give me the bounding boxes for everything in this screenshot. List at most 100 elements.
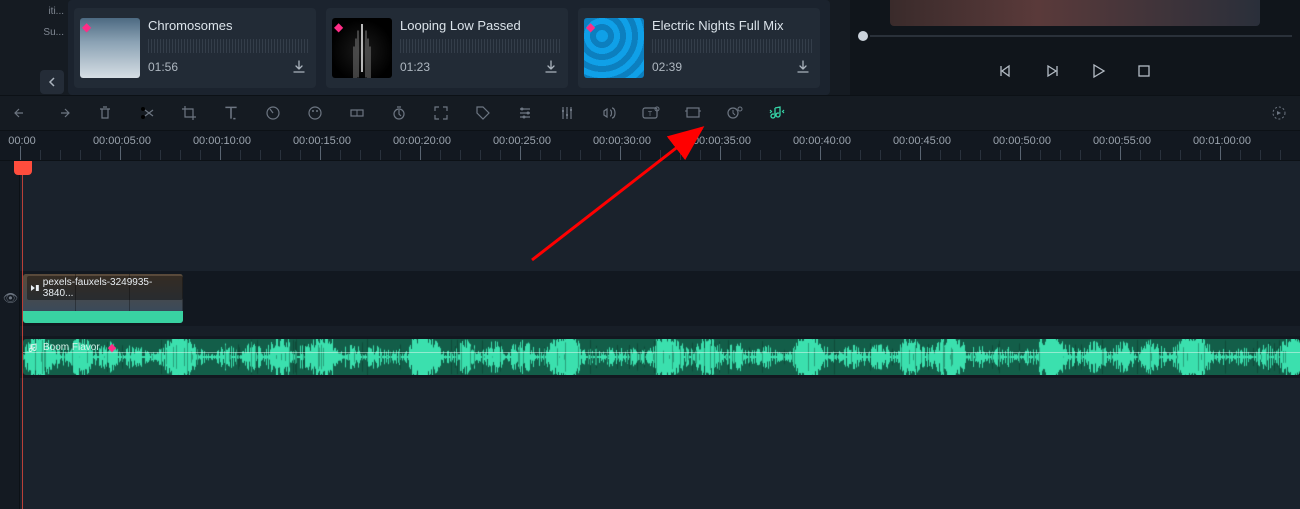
adjust-button[interactable] <box>514 102 536 124</box>
media-title: Looping Low Passed <box>400 18 562 33</box>
media-card[interactable]: ◆ Looping Low Passed 01:23 <box>326 8 568 88</box>
waveform-preview <box>148 39 310 53</box>
redo-button[interactable] <box>52 102 74 124</box>
preview-panel <box>850 0 1300 95</box>
playhead-handle[interactable] <box>14 161 32 175</box>
palette-icon <box>307 105 323 121</box>
download-icon <box>543 59 559 75</box>
subtitle-icon: T <box>642 105 660 121</box>
ruler-label: 00:00:30:00 <box>593 135 651 147</box>
render-preview-button[interactable] <box>682 102 704 124</box>
duration-button[interactable] <box>388 102 410 124</box>
ruler-label: 00:00:45:00 <box>893 135 951 147</box>
media-card[interactable]: ◆ Electric Nights Full Mix 02:39 <box>578 8 820 88</box>
waveform-preview <box>652 39 814 53</box>
audio-track[interactable]: Boom Flavor ◆ <box>20 336 1300 378</box>
fit-button[interactable] <box>430 102 452 124</box>
text-icon <box>222 104 240 122</box>
media-title: Chromosomes <box>148 18 310 33</box>
undo-button[interactable] <box>10 102 32 124</box>
media-panel: ◆ Chromosomes 01:56 ◆ Looping Low Passed… <box>68 0 830 95</box>
download-icon <box>795 59 811 75</box>
ai-icon <box>726 105 744 121</box>
gem-icon: ◆ <box>82 20 91 34</box>
prev-frame-button[interactable] <box>995 60 1017 82</box>
download-button[interactable] <box>540 56 562 78</box>
gem-icon: ◆ <box>586 20 595 34</box>
speed-button[interactable] <box>262 102 284 124</box>
redo-icon <box>55 105 71 121</box>
video-clip-name: pexels-fauxels-3249935-3840... <box>43 277 180 299</box>
keyframe-button[interactable] <box>346 102 368 124</box>
media-thumb: ◆ <box>332 18 392 78</box>
mixer-button[interactable] <box>556 102 578 124</box>
media-thumb: ◆ <box>584 18 644 78</box>
audio-waveform <box>23 339 1300 375</box>
ruler-label: 00:00 <box>8 135 36 147</box>
media-thumb: ◆ <box>80 18 140 78</box>
stop-icon <box>1136 63 1152 79</box>
marker-button[interactable] <box>472 102 494 124</box>
empty-track[interactable] <box>20 378 1300 509</box>
subtitle-button[interactable]: T <box>640 102 662 124</box>
video-clip[interactable]: pexels-fauxels-3249935-3840... <box>23 274 183 323</box>
audio-clip-name: Boom Flavor <box>43 342 100 353</box>
keyframe-icon <box>349 105 365 121</box>
play-icon <box>1090 63 1106 79</box>
preview-video[interactable] <box>890 0 1260 26</box>
ruler-label: 00:00:15:00 <box>293 135 351 147</box>
empty-track[interactable] <box>20 161 1300 271</box>
detach-audio-icon <box>601 105 617 121</box>
stop-button[interactable] <box>1133 60 1155 82</box>
chevron-left-icon <box>47 77 57 87</box>
download-button[interactable] <box>288 56 310 78</box>
crop-button[interactable] <box>178 102 200 124</box>
back-button[interactable] <box>40 70 64 94</box>
timeline[interactable]: 👁 pexels-fauxels-3249935-3840... Boom Fl… <box>0 161 1300 509</box>
split-button[interactable] <box>136 102 158 124</box>
download-icon <box>291 59 307 75</box>
more-icon <box>1271 105 1287 121</box>
ruler-label: 00:00:25:00 <box>493 135 551 147</box>
speed-icon <box>265 105 281 121</box>
eye-icon[interactable]: 👁 <box>3 291 18 305</box>
svg-text:T: T <box>648 111 653 118</box>
preview-scrubber[interactable] <box>850 26 1300 46</box>
play-button[interactable] <box>1087 60 1109 82</box>
track-gutter: 👁 <box>0 161 20 509</box>
ruler-label: 00:00:20:00 <box>393 135 451 147</box>
ruler-label: 00:00:50:00 <box>993 135 1051 147</box>
download-button[interactable] <box>792 56 814 78</box>
side-tab-2[interactable]: Su... <box>43 27 64 38</box>
media-card[interactable]: ◆ Chromosomes 01:56 <box>74 8 316 88</box>
beat-detect-button[interactable] <box>766 102 788 124</box>
undo-icon <box>13 105 29 121</box>
media-title: Electric Nights Full Mix <box>652 18 814 33</box>
trash-icon <box>97 105 113 121</box>
side-tab-1[interactable]: iti... <box>48 6 64 17</box>
ai-tools-button[interactable] <box>724 102 746 124</box>
video-icon <box>30 283 40 293</box>
fit-icon <box>433 105 449 121</box>
delete-button[interactable] <box>94 102 116 124</box>
timeline-ruler[interactable]: 00:00 00:00:05:00 00:00:10:00 00:00:15:0… <box>0 131 1300 161</box>
video-track[interactable]: pexels-fauxels-3249935-3840... <box>20 271 1300 326</box>
ruler-label: 00:01:00:00 <box>1193 135 1251 147</box>
mixer-icon <box>559 105 575 121</box>
color-button[interactable] <box>304 102 326 124</box>
text-button[interactable] <box>220 102 242 124</box>
play-range-icon <box>1044 63 1060 79</box>
scrub-handle-icon[interactable] <box>858 31 868 41</box>
timeline-toolbar: T <box>0 95 1300 131</box>
ruler-label: 00:00:40:00 <box>793 135 851 147</box>
music-note-icon <box>29 343 39 353</box>
timeline-settings-button[interactable] <box>1268 102 1290 124</box>
stopwatch-icon <box>391 105 407 121</box>
gem-icon: ◆ <box>108 341 116 354</box>
screen-icon <box>684 106 702 120</box>
audio-clip[interactable]: Boom Flavor ◆ <box>23 339 1300 375</box>
media-duration: 01:56 <box>148 60 178 74</box>
ruler-label: 00:00:10:00 <box>193 135 251 147</box>
play-range-button[interactable] <box>1041 60 1063 82</box>
detach-audio-button[interactable] <box>598 102 620 124</box>
